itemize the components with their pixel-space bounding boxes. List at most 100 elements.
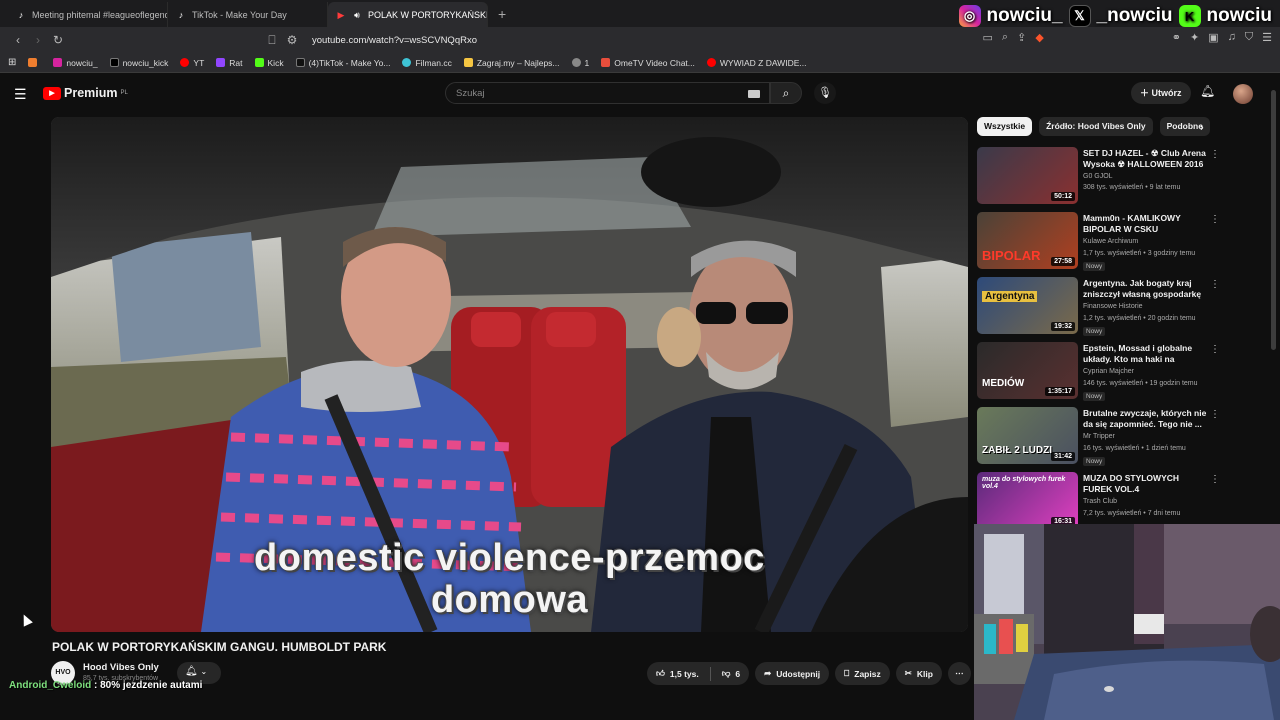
- back-icon[interactable]: ‹: [8, 33, 28, 47]
- bookmark-item[interactable]: nowciu_: [53, 58, 98, 68]
- more-vertical-icon[interactable]: ⋮: [1210, 344, 1220, 355]
- bell-icon: 🔔︎: [185, 666, 198, 677]
- thumbnail-text: MEDIÓW: [982, 378, 1025, 389]
- menu-icon[interactable]: ☰: [1262, 31, 1272, 44]
- browser-tab-active[interactable]: ▶ 🔊︎ POLAK W PORTORYKAŃSKIM ✕: [328, 2, 488, 27]
- bookmark-item[interactable]: nowciu_kick: [109, 58, 168, 68]
- like-count: 1,5 tys.: [669, 668, 699, 679]
- youtube-play-icon: ▶: [43, 86, 61, 100]
- vpn-icon[interactable]: ⚭: [1172, 31, 1181, 44]
- clip-button[interactable]: ✂ Klip: [895, 662, 942, 685]
- brave-shield-icon[interactable]: ◆: [1035, 31, 1043, 44]
- create-button[interactable]: ＋ Utwórz: [1131, 82, 1191, 104]
- tab-label: POLAK W PORTORYKAŃSKIM: [368, 9, 488, 20]
- bookmark-item[interactable]: Zagraj.my – Najleps...: [463, 58, 560, 68]
- save-button[interactable]: ⎕ Zapisz: [835, 662, 890, 685]
- bookmark-item[interactable]: YT: [180, 58, 204, 68]
- more-vertical-icon[interactable]: ⋮: [1210, 149, 1220, 160]
- more-horizontal-icon: ⋯: [955, 668, 964, 678]
- extensions-icon[interactable]: ✦: [1190, 31, 1199, 44]
- video-caption: domestic violence-przemoc domowa: [51, 537, 968, 621]
- bookmark-item[interactable]: 1: [571, 58, 589, 68]
- recommendation-title[interactable]: Argentyna. Jak bogaty kraj zniszczył wła…: [1083, 278, 1207, 300]
- new-tab-button[interactable]: +: [488, 6, 516, 27]
- notifications-bell-icon[interactable]: 🔔︎: [1200, 84, 1215, 98]
- recommendation-channel[interactable]: Kulawe Archiwum: [1083, 238, 1138, 245]
- video-thumbnail[interactable]: BIPOLAR 27:58: [977, 212, 1078, 269]
- share-button[interactable]: ➦ Udostępnij: [755, 662, 830, 685]
- thumbs-down-icon[interactable]: 👎︎: [722, 668, 731, 679]
- recommendation-title[interactable]: SET DJ HAZEL - ☢ Club Arena Wysoka ☢ HAL…: [1083, 148, 1207, 170]
- page-scrollbar[interactable]: [1271, 90, 1276, 350]
- bookmark-item[interactable]: Rat: [216, 58, 243, 68]
- bookmark-item[interactable]: OmeTV Video Chat...: [601, 58, 695, 68]
- forward-icon[interactable]: ›: [28, 33, 48, 47]
- recommendation-channel[interactable]: G0 GJOL: [1083, 173, 1113, 180]
- recommendation-title[interactable]: Mamm0n - KAMLIKOWY BIPOLAR W CSKU: [1083, 213, 1207, 235]
- search-button[interactable]: ⌕: [770, 82, 802, 104]
- cast-icon[interactable]: ▭: [983, 31, 993, 44]
- apps-grid-icon[interactable]: ⊞: [8, 57, 16, 68]
- video-thumbnail[interactable]: muza do stylowych furek vol.4 16:31: [977, 472, 1078, 529]
- thumbnail-text: BIPOLAR: [982, 248, 1041, 263]
- sidebar-icon[interactable]: ▣: [1208, 31, 1218, 44]
- channel-name[interactable]: Hood Vibes Only: [83, 662, 159, 673]
- chip-source[interactable]: Źródło: Hood Vibes Only: [1039, 117, 1153, 136]
- reload-icon[interactable]: ↻: [48, 33, 68, 47]
- recommendation-channel[interactable]: Cyprian Majcher: [1083, 368, 1134, 375]
- recommendation-title[interactable]: MUZA DO STYLOWYCH FUREK VOL.4: [1083, 473, 1207, 495]
- keyboard-icon[interactable]: [748, 90, 760, 98]
- clip-label: Klip: [916, 668, 933, 679]
- voice-search-button[interactable]: 🎙︎: [814, 82, 836, 104]
- recommendation-item[interactable]: ZABIŁ 2 LUDZI 31:42 Brutalne zwyczaje, k…: [977, 407, 1222, 472]
- video-duration: 19:32: [1051, 322, 1075, 331]
- recommendation-item[interactable]: 50:12 SET DJ HAZEL - ☢ Club Arena Wysoka…: [977, 147, 1222, 212]
- share-icon[interactable]: ⇪: [1017, 31, 1026, 44]
- video-thumbnail[interactable]: Argentyna 19:32: [977, 277, 1078, 334]
- zoom-icon[interactable]: ⌕: [1002, 31, 1008, 44]
- recommendation-channel[interactable]: Mr Tripper: [1083, 433, 1115, 440]
- video-thumbnail[interactable]: ZABIŁ 2 LUDZI 31:42: [977, 407, 1078, 464]
- recommendation-title[interactable]: Epstein, Mossad i globalne układy. Kto m…: [1083, 343, 1207, 365]
- recommendation-meta: 1,7 tys. wyświetleń • 3 godziny temu: [1083, 250, 1196, 257]
- browser-tab[interactable]: ♪ Meeting phitemal #leagueoflegends: [8, 2, 168, 27]
- webcam-overlay: [974, 524, 1280, 720]
- more-vertical-icon[interactable]: ⋮: [1210, 474, 1220, 485]
- bookmark-item[interactable]: [28, 58, 41, 67]
- bookmark-item[interactable]: WYWIAD Z DAWIDE...: [706, 58, 806, 68]
- more-actions-button[interactable]: ⋯: [947, 662, 971, 685]
- tiktok-icon: [295, 58, 305, 67]
- recommendation-item[interactable]: MEDIÓW 1:35:17 Epstein, Mossad i globaln…: [977, 342, 1222, 407]
- bookmark-item[interactable]: Filman.cc: [402, 58, 452, 68]
- more-vertical-icon[interactable]: ⋮: [1210, 214, 1220, 225]
- url-field[interactable]: youtube.com/watch?v=wsSCVNQqRxo: [302, 30, 477, 50]
- bookmark-page-icon[interactable]: ⎕: [262, 33, 282, 48]
- more-vertical-icon[interactable]: ⋮: [1210, 279, 1220, 290]
- chip-all[interactable]: Wszystkie: [977, 117, 1033, 136]
- shield-icon[interactable]: ⛉: [1245, 31, 1253, 44]
- stream-chat-message: Android_Cweloid : 80% jezdzenie autami: [9, 680, 202, 691]
- microphone-icon: 🎙︎: [818, 87, 832, 99]
- avatar[interactable]: [1233, 84, 1253, 104]
- video-thumbnail[interactable]: MEDIÓW 1:35:17: [977, 342, 1078, 399]
- recommendation-item[interactable]: Argentyna 19:32 Argentyna. Jak bogaty kr…: [977, 277, 1222, 342]
- bookmark-item[interactable]: (4)TikTok - Make Yo...: [295, 58, 390, 68]
- chevron-right-icon[interactable]: ›: [1200, 122, 1204, 134]
- hamburger-menu-icon[interactable]: ☰: [14, 86, 27, 103]
- like-button[interactable]: 👍︎ 1,5 tys. 👎︎ 6: [647, 662, 750, 685]
- recommendation-channel[interactable]: Trash Club: [1083, 498, 1117, 505]
- bookmark-item[interactable]: Kick: [254, 58, 284, 68]
- media-icon[interactable]: ♫: [1228, 31, 1236, 44]
- video-player[interactable]: domestic violence-przemoc domowa: [51, 117, 968, 632]
- plus-icon: ＋: [1140, 88, 1150, 98]
- video-thumbnail[interactable]: 50:12: [977, 147, 1078, 204]
- site-info-icon[interactable]: ⚙: [282, 33, 302, 47]
- more-vertical-icon[interactable]: ⋮: [1210, 409, 1220, 420]
- browser-tab[interactable]: ♪ TikTok - Make Your Day: [168, 2, 328, 27]
- search-input[interactable]: Szukaj: [445, 82, 770, 104]
- game-icon: [463, 58, 473, 67]
- youtube-logo[interactable]: ▶ Premium PL: [43, 86, 128, 100]
- recommendation-item[interactable]: BIPOLAR 27:58 Mamm0n - KAMLIKOWY BIPOLAR…: [977, 212, 1222, 277]
- recommendation-channel[interactable]: Finansowe Historie: [1083, 303, 1143, 310]
- recommendation-title[interactable]: Brutalne zwyczaje, których nie da się za…: [1083, 408, 1207, 430]
